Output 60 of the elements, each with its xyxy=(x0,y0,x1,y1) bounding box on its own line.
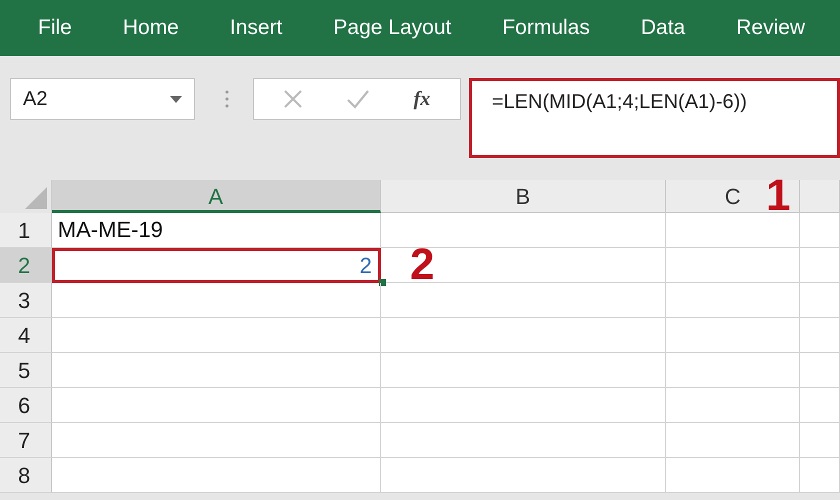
column-header[interactable]: C 1 xyxy=(666,180,800,213)
table-cell[interactable] xyxy=(380,458,666,493)
ribbon-tab[interactable]: File xyxy=(38,16,72,40)
ribbon-tab[interactable]: Data xyxy=(640,16,686,40)
table-cell[interactable] xyxy=(380,318,666,353)
table-cell[interactable] xyxy=(380,388,666,423)
row-header[interactable]: 2 xyxy=(0,248,52,283)
table-cell[interactable] xyxy=(666,318,800,353)
table-cell[interactable] xyxy=(666,353,800,388)
table-cell[interactable] xyxy=(52,458,381,493)
ribbon-tab[interactable]: Home xyxy=(122,16,179,40)
table-cell[interactable] xyxy=(800,283,840,318)
table-cell[interactable] xyxy=(380,213,666,248)
table-cell[interactable] xyxy=(800,318,840,353)
table-cell[interactable] xyxy=(800,353,840,388)
row-header[interactable]: 1 xyxy=(0,213,52,248)
table-cell[interactable] xyxy=(666,283,800,318)
column-header[interactable]: B xyxy=(380,180,666,213)
drag-handle-icon[interactable] xyxy=(224,89,229,109)
ribbon-tab[interactable]: Insert xyxy=(230,16,282,40)
check-icon[interactable] xyxy=(346,89,370,109)
table-cell[interactable] xyxy=(52,423,381,458)
table-cell[interactable]: MA-ME-19 xyxy=(52,213,381,248)
insert-function-button[interactable]: fx xyxy=(414,88,430,110)
row-header[interactable]: 6 xyxy=(0,388,52,423)
annotation-number: 2 xyxy=(410,243,434,287)
row-header[interactable]: 3 xyxy=(0,283,52,318)
name-box[interactable]: A2 xyxy=(10,78,195,120)
table-cell[interactable] xyxy=(380,283,666,318)
column-header[interactable]: A xyxy=(52,180,381,213)
cancel-icon[interactable] xyxy=(283,89,304,109)
table-cell[interactable] xyxy=(52,283,381,318)
table-cell[interactable] xyxy=(380,423,666,458)
table-cell[interactable] xyxy=(52,353,381,388)
ribbon-tab[interactable]: Page Layout xyxy=(333,16,452,40)
table-cell[interactable] xyxy=(800,388,840,423)
table-cell[interactable] xyxy=(380,353,666,388)
table-cell[interactable] xyxy=(800,423,840,458)
table-cell[interactable] xyxy=(666,423,800,458)
ribbon-tab[interactable]: Review xyxy=(736,16,806,40)
fill-handle[interactable] xyxy=(379,279,386,286)
ribbon-tab[interactable]: Formulas xyxy=(502,16,590,40)
table-cell[interactable] xyxy=(52,388,381,423)
table-cell[interactable] xyxy=(800,458,840,493)
select-all-icon[interactable] xyxy=(24,187,47,209)
row-header[interactable]: 8 xyxy=(0,458,52,493)
table-cell[interactable] xyxy=(666,248,800,283)
formula-field[interactable]: =LEN(MID(A1;4;LEN(A1)-6)) xyxy=(468,78,840,158)
table-cell[interactable] xyxy=(52,318,381,353)
table-cell[interactable] xyxy=(666,388,800,423)
table-cell[interactable] xyxy=(800,213,840,248)
caret-icon xyxy=(170,96,182,102)
table-cell[interactable]: 2 xyxy=(52,248,381,283)
table-cell[interactable] xyxy=(800,248,840,283)
column-header[interactable] xyxy=(800,180,840,213)
row-header[interactable]: 7 xyxy=(0,423,52,458)
table-cell[interactable] xyxy=(666,458,800,493)
row-header[interactable]: 4 xyxy=(0,318,52,353)
table-cell[interactable] xyxy=(666,213,800,248)
row-header[interactable]: 5 xyxy=(0,353,52,388)
